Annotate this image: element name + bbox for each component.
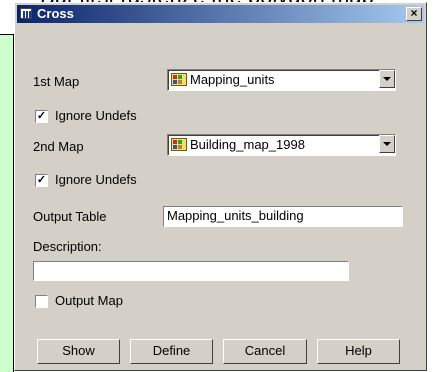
table-icon xyxy=(20,8,32,19)
description-label: Description: xyxy=(33,239,102,254)
background-note-panel xyxy=(0,34,14,372)
raster-map-icon xyxy=(171,73,187,86)
close-button[interactable]: × xyxy=(406,7,422,21)
first-map-select[interactable]: Mapping_units xyxy=(167,69,396,91)
chevron-down-icon[interactable] xyxy=(379,135,395,153)
second-map-label: 2nd Map xyxy=(33,139,84,154)
output-table-value: Mapping_units_building xyxy=(167,208,304,223)
help-button[interactable]: Help xyxy=(317,339,400,364)
raster-map-icon xyxy=(171,138,187,151)
first-map-ignore-undefs-checkbox[interactable]: ✓ xyxy=(35,110,48,123)
chevron-down-icon[interactable] xyxy=(379,70,395,88)
second-map-value: Building_map_1998 xyxy=(190,137,305,152)
cancel-button[interactable]: Cancel xyxy=(223,339,307,364)
dialog-title: Cross xyxy=(37,6,74,21)
first-map-ignore-undefs-label: Ignore Undefs xyxy=(55,108,137,123)
cross-dialog: Cross × 1st Map Mapping_units ✓ Ignore U… xyxy=(14,2,427,371)
define-button[interactable]: Define xyxy=(130,339,213,364)
second-map-ignore-undefs-label: Ignore Undefs xyxy=(55,172,137,187)
output-map-label: Output Map xyxy=(55,293,123,308)
first-map-label: 1st Map xyxy=(33,74,80,89)
output-table-input[interactable]: Mapping_units_building xyxy=(163,206,403,227)
description-input[interactable] xyxy=(33,261,349,281)
output-map-checkbox[interactable] xyxy=(35,295,48,308)
show-button[interactable]: Show xyxy=(37,339,120,364)
second-map-ignore-undefs-checkbox[interactable]: ✓ xyxy=(35,174,48,187)
output-table-label: Output Table xyxy=(33,209,107,224)
second-map-select[interactable]: Building_map_1998 xyxy=(167,134,396,156)
title-bar[interactable]: Cross × xyxy=(17,5,424,23)
first-map-value: Mapping_units xyxy=(190,72,275,87)
